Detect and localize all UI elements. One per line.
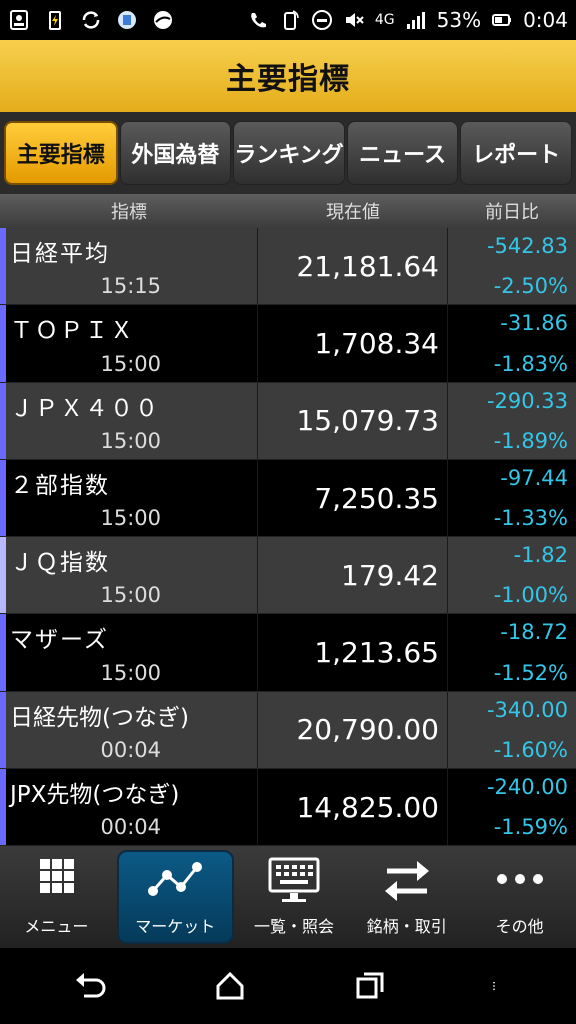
index-time: 15:00 (100, 351, 161, 376)
table-row[interactable]: ＪＱ指数 15:00 179.42 -1.82 -1.00% (0, 537, 576, 615)
nav-stock-trade-label: 銘柄・取引 (366, 917, 447, 936)
index-change: -1.82 (513, 543, 568, 568)
index-change: -340.00 (486, 697, 568, 722)
table-row[interactable]: ＪＰＸ４００ 15:00 15,079.73 -290.33 -1.89% (0, 382, 576, 460)
table-row[interactable]: ２部指数 15:00 7,250.35 -97.44 -1.33% (0, 459, 576, 538)
index-name: ＪＱ指数 (10, 550, 110, 577)
index-price: 15,079.73 (296, 404, 439, 438)
nav-menu[interactable]: メニュー (0, 846, 113, 948)
index-price: 7,250.35 (314, 481, 439, 515)
nav-other[interactable]: その他 (463, 846, 576, 948)
recent-apps-icon[interactable] (352, 968, 388, 1004)
bottom-navigation: メニュー マーケット 一覧・照会 銘柄・取引 その他 (0, 846, 576, 948)
table-header: 指標 現在値 前日比 (0, 194, 576, 228)
index-price: 20,790.00 (296, 713, 439, 747)
nav-list-inquiry[interactable]: 一覧・照会 (238, 846, 351, 948)
nav-menu-label: メニュー (24, 917, 89, 936)
status-bar: 4G 53% 0:04 (0, 0, 576, 40)
nav-other-label: その他 (495, 917, 544, 936)
app-badge-icon (116, 9, 138, 31)
index-time: 00:04 (100, 815, 161, 840)
index-time: 00:04 (100, 738, 161, 763)
keyboard-monitor-icon (268, 857, 320, 902)
home-icon[interactable] (212, 968, 248, 1004)
column-header-index: 指標 (111, 202, 147, 223)
phone-icon (247, 9, 269, 31)
table-row[interactable]: マザーズ 15:00 1,213.65 -18.72 -1.52% (0, 614, 576, 692)
index-name: ＪＰＸ４００ (10, 395, 160, 422)
index-price: 14,825.00 (296, 790, 439, 824)
index-change: -97.44 (500, 465, 568, 490)
back-icon[interactable] (72, 968, 108, 1004)
index-time: 15:00 (100, 660, 161, 685)
index-time: 15:00 (100, 506, 161, 531)
swap-arrows-icon (384, 861, 429, 901)
globe-app-icon (152, 9, 174, 31)
page-title: 主要指標 (226, 62, 350, 97)
do-not-disturb-icon (311, 9, 333, 31)
index-name: ＴＯＰＩＸ (10, 318, 135, 345)
index-change: -240.00 (486, 775, 568, 800)
status-time: 0:04 (523, 8, 568, 32)
index-change: -290.33 (486, 388, 568, 413)
index-change-percent: -1.89% (493, 428, 568, 453)
nav-market[interactable]: マーケット (116, 850, 234, 944)
index-change-percent: -1.59% (493, 815, 568, 840)
grid-icon (40, 859, 75, 893)
index-change-percent: -2.50% (493, 274, 568, 299)
index-change: -18.72 (500, 620, 568, 645)
index-price: 179.42 (341, 558, 439, 592)
index-name: 日経平均 (10, 241, 110, 267)
system-navigation (0, 948, 576, 1024)
contact-card-icon (8, 9, 30, 31)
battery-percent: 53% (436, 8, 482, 32)
column-header-change: 前日比 (485, 202, 539, 223)
mute-icon (343, 9, 365, 31)
table-row[interactable]: 日経先物(つなぎ) 00:04 20,790.00 -340.00 -1.60% (0, 691, 576, 770)
tab-ranking[interactable]: ランキング (233, 121, 345, 185)
index-time: 15:15 (100, 274, 161, 299)
index-change-percent: -1.52% (493, 660, 568, 685)
index-price: 1,708.34 (314, 326, 439, 360)
index-price: 1,213.65 (314, 636, 439, 670)
nav-stock-trade[interactable]: 銘柄・取引 (350, 846, 463, 948)
nav-list-inquiry-label: 一覧・照会 (253, 917, 334, 936)
index-time: 15:00 (100, 583, 161, 608)
phone-signal-icon (279, 9, 301, 31)
battery-charging-icon (44, 9, 66, 31)
more-dots-icon (496, 874, 543, 884)
title-bar: 主要指標 (0, 40, 576, 112)
index-name: マザーズ (10, 627, 109, 654)
indices-table: 日経平均 15:15 21,181.64 -542.83 -2.50% ＴＯＰＩＸ 1… (0, 228, 576, 847)
index-price: 21,181.64 (296, 249, 439, 283)
index-change: -542.83 (486, 234, 568, 258)
index-time: 15:00 (100, 428, 161, 453)
index-change-percent: -1.00% (493, 583, 568, 608)
index-change-percent: -1.60% (493, 738, 568, 763)
table-row[interactable]: 日経平均 15:15 21,181.64 -542.83 -2.50% (0, 228, 576, 306)
index-change: -31.86 (500, 311, 568, 336)
index-name: 日経先物(つなぎ) (10, 704, 189, 731)
battery-icon (491, 9, 513, 31)
network-type: 4G (374, 12, 395, 28)
tab-news[interactable]: ニュース (346, 121, 459, 185)
overflow-menu-icon[interactable] (492, 968, 504, 1004)
table-row[interactable]: JPX先物(つなぎ) 00:04 14,825.00 -240.00 -1.59% (0, 769, 576, 847)
table-row[interactable]: ＴＯＰＩＸ 15:00 1,708.34 -31.86 -1.83% (0, 305, 576, 383)
tab-report[interactable]: レポート (460, 121, 572, 185)
index-name: JPX先物(つなぎ) (10, 782, 180, 809)
tab-bar: 主要指標 外国為替 ランキング ニュース レポート (0, 112, 576, 194)
nav-market-label: マーケット (135, 917, 216, 936)
index-change-percent: -1.83% (493, 351, 568, 376)
index-name: ２部指数 (10, 472, 110, 499)
chart-line-icon (148, 862, 203, 896)
tab-main-indices[interactable]: 主要指標 (4, 121, 118, 185)
cell-signal-icon (405, 9, 427, 31)
index-change-percent: -1.33% (493, 506, 568, 531)
sync-icon (80, 9, 102, 31)
tab-forex[interactable]: 外国為替 (119, 121, 232, 185)
column-header-price: 現在値 (326, 202, 380, 223)
